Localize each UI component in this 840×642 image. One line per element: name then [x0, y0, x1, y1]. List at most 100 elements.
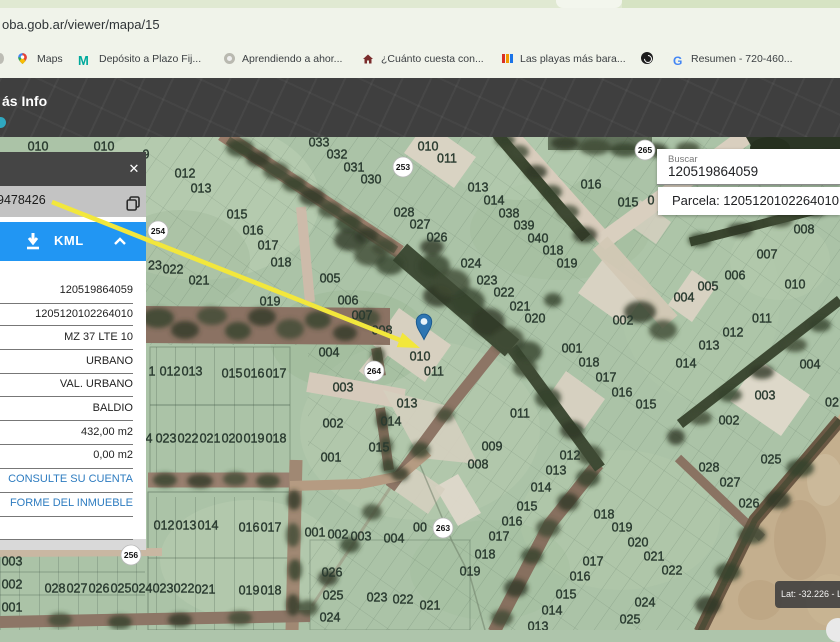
- svg-text:018: 018: [579, 356, 600, 370]
- svg-text:015: 015: [556, 588, 577, 602]
- svg-text:032: 032: [327, 148, 348, 162]
- svg-text:025: 025: [111, 582, 132, 596]
- svg-text:022: 022: [662, 564, 683, 578]
- svg-text:013: 013: [468, 181, 489, 195]
- svg-text:011: 011: [424, 365, 444, 379]
- svg-text:023: 023: [367, 591, 388, 605]
- svg-text:024: 024: [320, 611, 341, 625]
- svg-text:025: 025: [761, 453, 782, 467]
- svg-text:23: 23: [148, 259, 162, 273]
- svg-text:010: 010: [418, 140, 439, 154]
- svg-text:012: 012: [560, 449, 581, 463]
- svg-text:017: 017: [258, 239, 279, 253]
- svg-text:017: 017: [489, 530, 510, 544]
- svg-text:015: 015: [369, 441, 390, 455]
- svg-text:023: 023: [153, 582, 174, 596]
- svg-text:013: 013: [176, 519, 197, 533]
- svg-text:016: 016: [244, 367, 265, 381]
- svg-text:027: 027: [67, 582, 88, 596]
- svg-text:026: 026: [427, 231, 448, 245]
- svg-text:023: 023: [156, 432, 177, 446]
- svg-text:012: 012: [154, 519, 175, 533]
- svg-text:022: 022: [494, 286, 515, 300]
- svg-text:007: 007: [757, 248, 778, 262]
- svg-text:026: 026: [322, 566, 343, 580]
- svg-text:025: 025: [620, 613, 641, 627]
- svg-text:014: 014: [484, 194, 505, 208]
- svg-text:010: 010: [785, 278, 806, 292]
- svg-text:026: 026: [739, 497, 760, 511]
- svg-text:018: 018: [475, 548, 496, 562]
- svg-text:011: 011: [510, 407, 530, 421]
- svg-text:018: 018: [543, 244, 564, 258]
- svg-text:001: 001: [305, 526, 326, 540]
- svg-text:002: 002: [2, 578, 23, 592]
- svg-text:022: 022: [163, 263, 184, 277]
- svg-text:019: 019: [612, 521, 633, 535]
- svg-text:006: 006: [338, 294, 359, 308]
- svg-text:019: 019: [557, 257, 578, 271]
- svg-text:008: 008: [794, 223, 815, 237]
- svg-text:013: 013: [191, 182, 212, 196]
- svg-text:026: 026: [89, 582, 110, 596]
- svg-text:016: 016: [612, 386, 633, 400]
- svg-text:4: 4: [146, 432, 153, 446]
- svg-text:02: 02: [825, 396, 839, 410]
- svg-text:019: 019: [239, 584, 260, 598]
- svg-text:010: 010: [410, 350, 431, 364]
- svg-text:022: 022: [393, 593, 414, 607]
- svg-text:039: 039: [514, 219, 535, 233]
- svg-text:0: 0: [648, 194, 655, 208]
- svg-text:022: 022: [174, 582, 195, 596]
- svg-text:015: 015: [227, 208, 248, 222]
- svg-text:015: 015: [618, 196, 639, 210]
- svg-text:011: 011: [752, 312, 772, 326]
- svg-text:021: 021: [189, 274, 210, 288]
- svg-text:008: 008: [468, 458, 489, 472]
- svg-text:005: 005: [698, 280, 719, 294]
- svg-text:024: 024: [132, 582, 153, 596]
- svg-text:021: 021: [200, 432, 221, 446]
- svg-text:001: 001: [2, 601, 23, 615]
- svg-text:021: 021: [644, 550, 665, 564]
- svg-text:002: 002: [719, 414, 740, 428]
- svg-text:013: 013: [397, 397, 418, 411]
- svg-text:015: 015: [517, 500, 538, 514]
- svg-text:007: 007: [352, 309, 373, 323]
- svg-text:012: 012: [175, 167, 196, 181]
- svg-text:027: 027: [410, 218, 431, 232]
- svg-text:028: 028: [699, 461, 720, 475]
- svg-text:004: 004: [800, 358, 821, 372]
- svg-text:016: 016: [581, 178, 602, 192]
- svg-text:00: 00: [413, 521, 427, 535]
- svg-text:024: 024: [635, 596, 656, 610]
- svg-text:011: 011: [437, 152, 457, 166]
- svg-text:025: 025: [323, 589, 344, 603]
- svg-text:014: 014: [381, 415, 402, 429]
- svg-text:014: 014: [531, 481, 552, 495]
- svg-text:004: 004: [384, 532, 405, 546]
- svg-text:015: 015: [222, 367, 243, 381]
- svg-text:030: 030: [361, 173, 382, 187]
- svg-text:018: 018: [594, 508, 615, 522]
- svg-text:1: 1: [149, 365, 156, 379]
- svg-text:021: 021: [195, 583, 216, 597]
- svg-text:016: 016: [243, 224, 264, 238]
- svg-text:021: 021: [420, 599, 441, 613]
- svg-text:016: 016: [570, 570, 591, 584]
- svg-text:012: 012: [160, 365, 181, 379]
- svg-text:018: 018: [266, 432, 287, 446]
- svg-text:016: 016: [239, 521, 260, 535]
- svg-text:019: 019: [244, 432, 265, 446]
- svg-text:027: 027: [720, 476, 741, 490]
- svg-text:013: 013: [528, 620, 549, 631]
- svg-text:014: 014: [676, 357, 697, 371]
- svg-text:013: 013: [182, 365, 203, 379]
- svg-text:015: 015: [636, 398, 657, 412]
- svg-text:028: 028: [45, 582, 66, 596]
- svg-text:008: 008: [372, 324, 393, 338]
- svg-text:017: 017: [583, 555, 604, 569]
- svg-text:019: 019: [260, 295, 281, 309]
- svg-text:024: 024: [461, 257, 482, 271]
- svg-text:017: 017: [261, 521, 282, 535]
